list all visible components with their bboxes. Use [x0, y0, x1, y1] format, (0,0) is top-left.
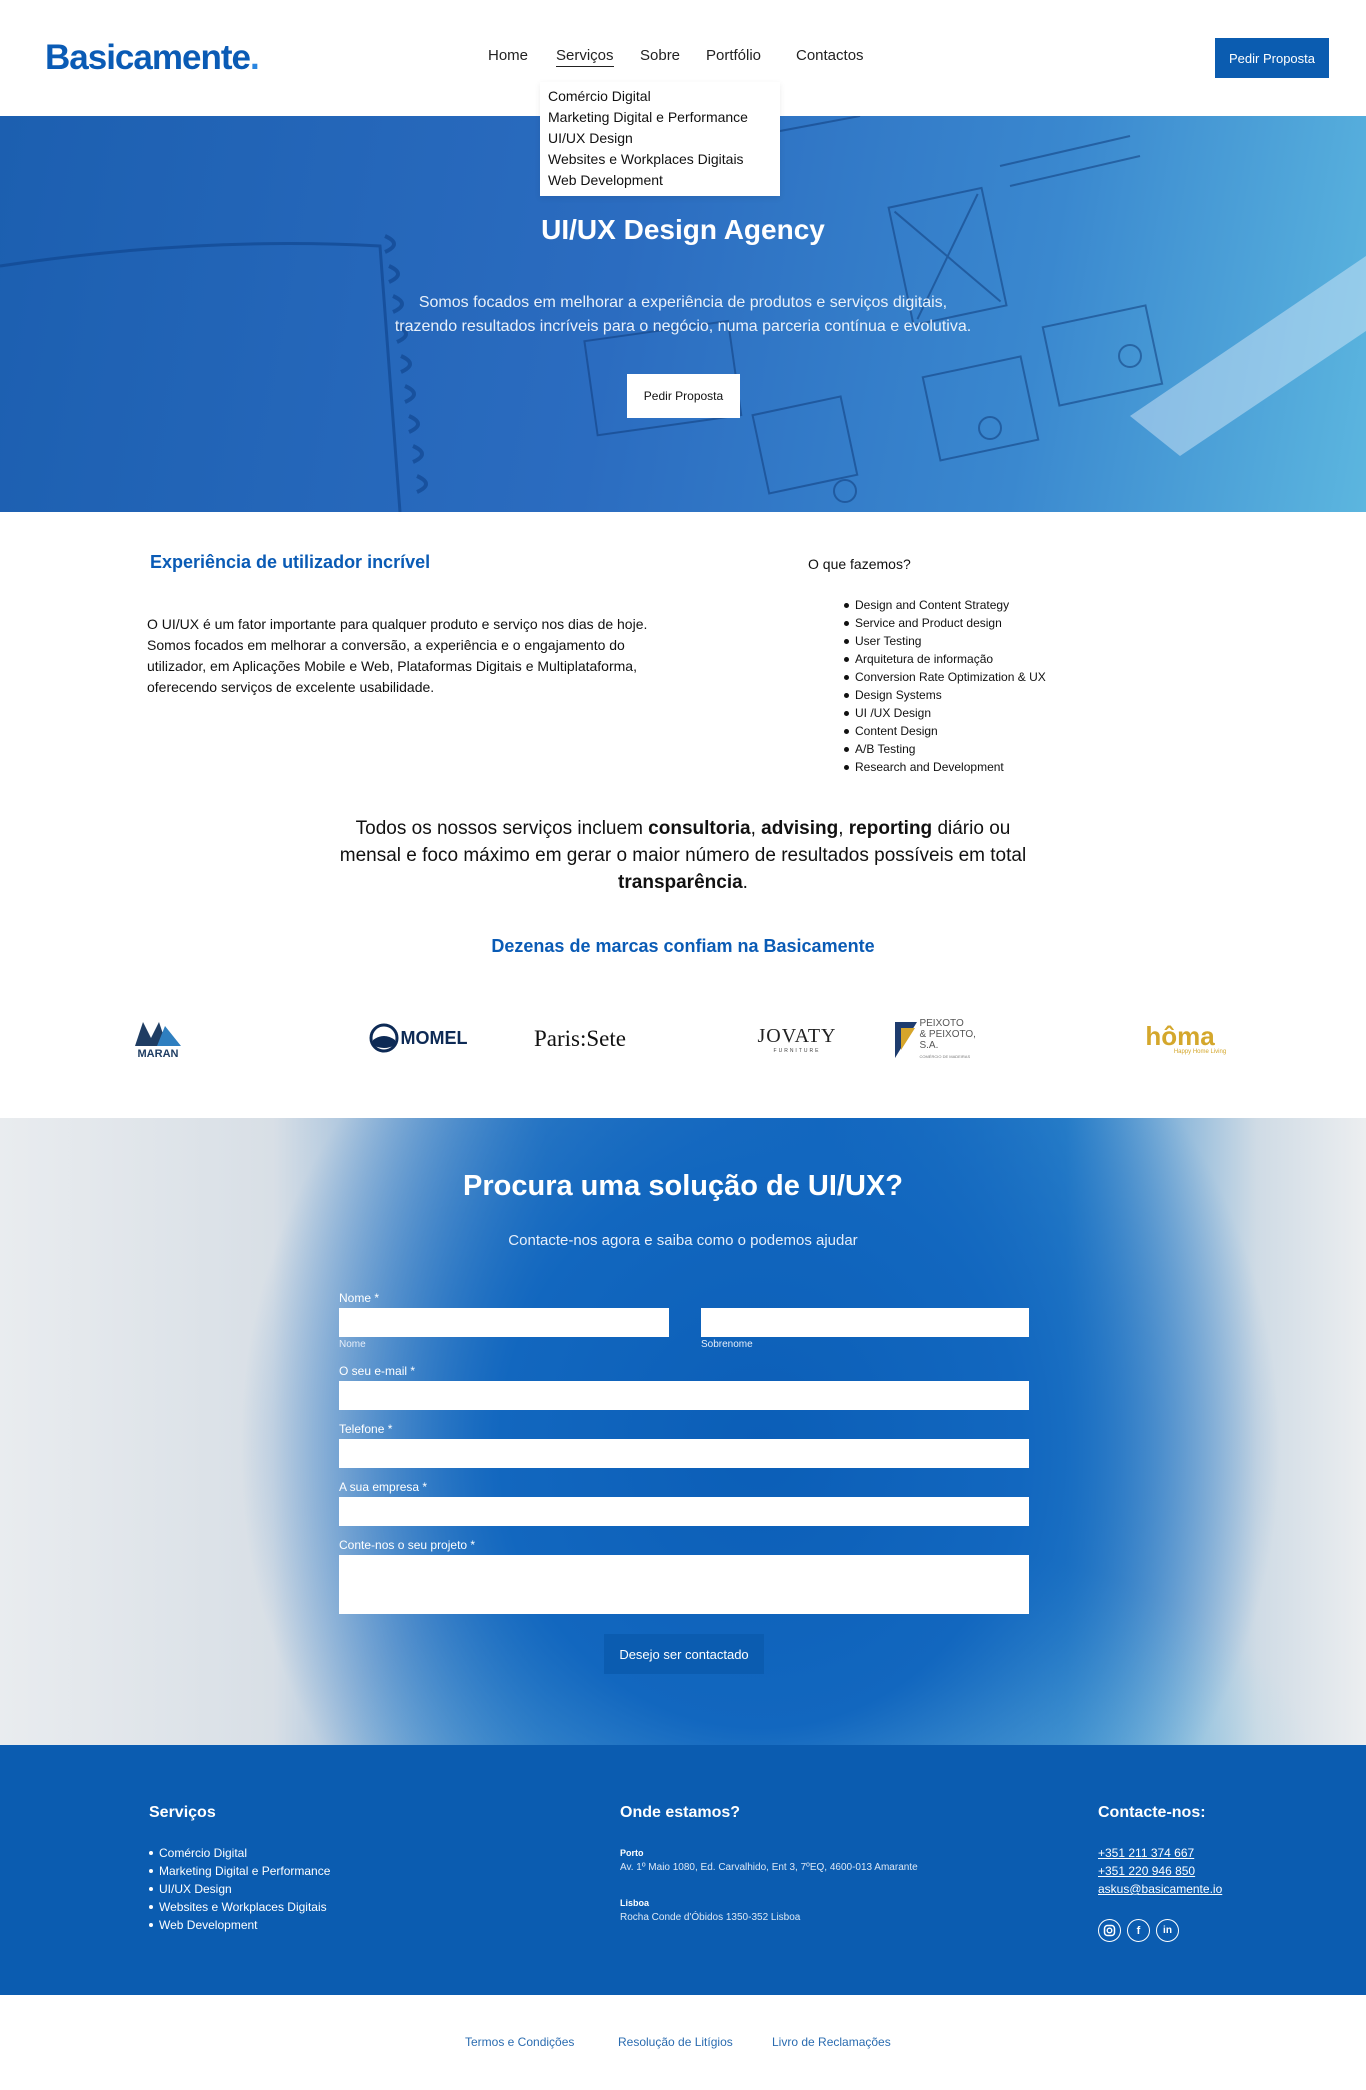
- what-we-do-title: O que fazemos?: [808, 556, 911, 572]
- nav-servicos[interactable]: Serviços: [556, 47, 614, 67]
- last-name-hint: Sobrenome: [701, 1339, 753, 1350]
- services-statement: Todos os nossos serviços incluem consult…: [339, 818, 1027, 893]
- momel-mark-icon: [369, 1023, 398, 1053]
- phone-link-1[interactable]: +351 211 374 667: [1098, 1846, 1194, 1860]
- footer-service-link[interactable]: Comércio Digital: [149, 1844, 330, 1862]
- list-item: Content Design: [843, 722, 1046, 740]
- email-link[interactable]: askus@basicamente.io: [1098, 1882, 1222, 1896]
- phone-link-2[interactable]: +351 220 946 850: [1098, 1864, 1195, 1878]
- company-field[interactable]: [339, 1497, 1029, 1526]
- list-item: Arquitetura de informação: [843, 650, 1046, 668]
- name-label: Nome *: [339, 1291, 380, 1305]
- list-item: Service and Product design: [843, 614, 1046, 632]
- project-field[interactable]: [339, 1555, 1029, 1614]
- header-proposal-button[interactable]: Pedir Proposta: [1215, 38, 1329, 78]
- footer-where-title: Onde estamos?: [620, 1804, 741, 1821]
- intro-text: O UI/UX é um fator importante para qualq…: [147, 616, 648, 695]
- footer-service-link[interactable]: Marketing Digital e Performance: [149, 1862, 330, 1880]
- company-label: A sua empresa *: [339, 1480, 428, 1494]
- hero-subtitle: Somos focados em melhorar a experiência …: [394, 294, 972, 335]
- disputes-link[interactable]: Resolução de Litígios: [618, 2035, 733, 2049]
- footer-services-title: Serviços: [149, 1804, 216, 1821]
- footer-service-link[interactable]: Websites e Workplaces Digitais: [149, 1898, 330, 1916]
- submit-button[interactable]: Desejo ser contactado: [604, 1634, 764, 1674]
- footer-service-link[interactable]: Web Development: [149, 1916, 330, 1934]
- project-label: Conte-nos o seu projeto *: [339, 1538, 476, 1552]
- brand-logo-parissete: Paris:Sete: [534, 1026, 626, 1051]
- site-footer: Serviços Comércio Digital Marketing Digi…: [0, 1745, 1366, 1995]
- last-name-field[interactable]: [701, 1308, 1029, 1337]
- terms-link[interactable]: Termos e Condições: [465, 2035, 574, 2049]
- list-item: Conversion Rate Optimization & UX: [843, 668, 1046, 686]
- list-item: A/B Testing: [843, 740, 1046, 758]
- services-dropdown: Comércio Digital Marketing Digital e Per…: [540, 82, 780, 196]
- nav-home[interactable]: Home: [488, 47, 528, 64]
- contact-title: Procura uma solução de UI/UX?: [463, 1170, 903, 1202]
- dropdown-item-webdev[interactable]: Web Development: [548, 170, 772, 191]
- brand-logo-momel: MOMEL: [358, 1018, 478, 1058]
- nav-portfolio[interactable]: Portfólio: [706, 47, 761, 64]
- phone-field[interactable]: [339, 1439, 1029, 1468]
- instagram-icon[interactable]: [1098, 1919, 1121, 1942]
- contact-subtitle: Contacte-nos agora e saiba como o podemo…: [508, 1232, 858, 1249]
- page: Basicamente. Home Serviços Sobre Portfól…: [0, 0, 1366, 2090]
- maran-mark-icon: [135, 1022, 181, 1046]
- footer-service-link[interactable]: UI/UX Design: [149, 1880, 330, 1898]
- brands-title: Dezenas de marcas confiam na Basicamente: [491, 936, 875, 956]
- list-item: UI /UX Design: [843, 704, 1046, 722]
- what-we-do-list: Design and Content Strategy Service and …: [843, 596, 1046, 776]
- nav-sobre[interactable]: Sobre: [640, 47, 680, 64]
- dropdown-item-websites[interactable]: Websites e Workplaces Digitais: [548, 149, 772, 170]
- lisboa-address: Rocha Conde d'Óbidos 1350-352 Lisboa: [620, 1912, 801, 1923]
- peixoto-mark-icon: [895, 1022, 917, 1058]
- nav-contactos[interactable]: Contactos: [796, 47, 864, 64]
- footer-contact-title: Contacte-nos:: [1098, 1804, 1206, 1821]
- intro-title: Experiência de utilizador incrível: [150, 552, 431, 572]
- dropdown-item-comercio[interactable]: Comércio Digital: [548, 86, 772, 107]
- brand-logo-peixoto: PEIXOTO & PEIXOTO, S.A. COMÉRCIO DE MADE…: [893, 1018, 993, 1062]
- list-item: Research and Development: [843, 758, 1046, 776]
- footer-services-list: Comércio Digital Marketing Digital e Per…: [149, 1844, 330, 1934]
- lisboa-label: Lisboa: [620, 1898, 650, 1908]
- complaints-link[interactable]: Livro de Reclamações: [772, 2035, 891, 2049]
- brand-logo-homa: hôma Happy Home Living: [1145, 1021, 1227, 1055]
- linkedin-icon[interactable]: in: [1156, 1919, 1179, 1942]
- main-nav: Home Serviços Sobre Portfólio Contactos: [0, 47, 1366, 69]
- porto-label: Porto: [620, 1848, 644, 1858]
- hero-title: UI/UX Design Agency: [541, 214, 825, 245]
- brand-logo-jovaty: JOVATY FURNITURE: [757, 1024, 837, 1054]
- first-name-hint: Nome: [339, 1339, 366, 1350]
- list-item: Design and Content Strategy: [843, 596, 1046, 614]
- dropdown-item-uiux[interactable]: UI/UX Design: [548, 128, 772, 149]
- phone-label: Telefone *: [339, 1422, 393, 1436]
- email-label: O seu e-mail *: [339, 1364, 416, 1378]
- porto-address: Av. 1º Maio 1080, Ed. Carvalhido, Ent 3,…: [620, 1862, 918, 1873]
- facebook-icon[interactable]: f: [1127, 1919, 1150, 1942]
- dropdown-item-marketing[interactable]: Marketing Digital e Performance: [548, 107, 772, 128]
- list-item: User Testing: [843, 632, 1046, 650]
- hero-proposal-button[interactable]: Pedir Proposta: [627, 374, 740, 418]
- email-field[interactable]: [339, 1381, 1029, 1410]
- brand-logo-maran: MARAN: [128, 1014, 188, 1064]
- list-item: Design Systems: [843, 686, 1046, 704]
- first-name-field[interactable]: [339, 1308, 669, 1337]
